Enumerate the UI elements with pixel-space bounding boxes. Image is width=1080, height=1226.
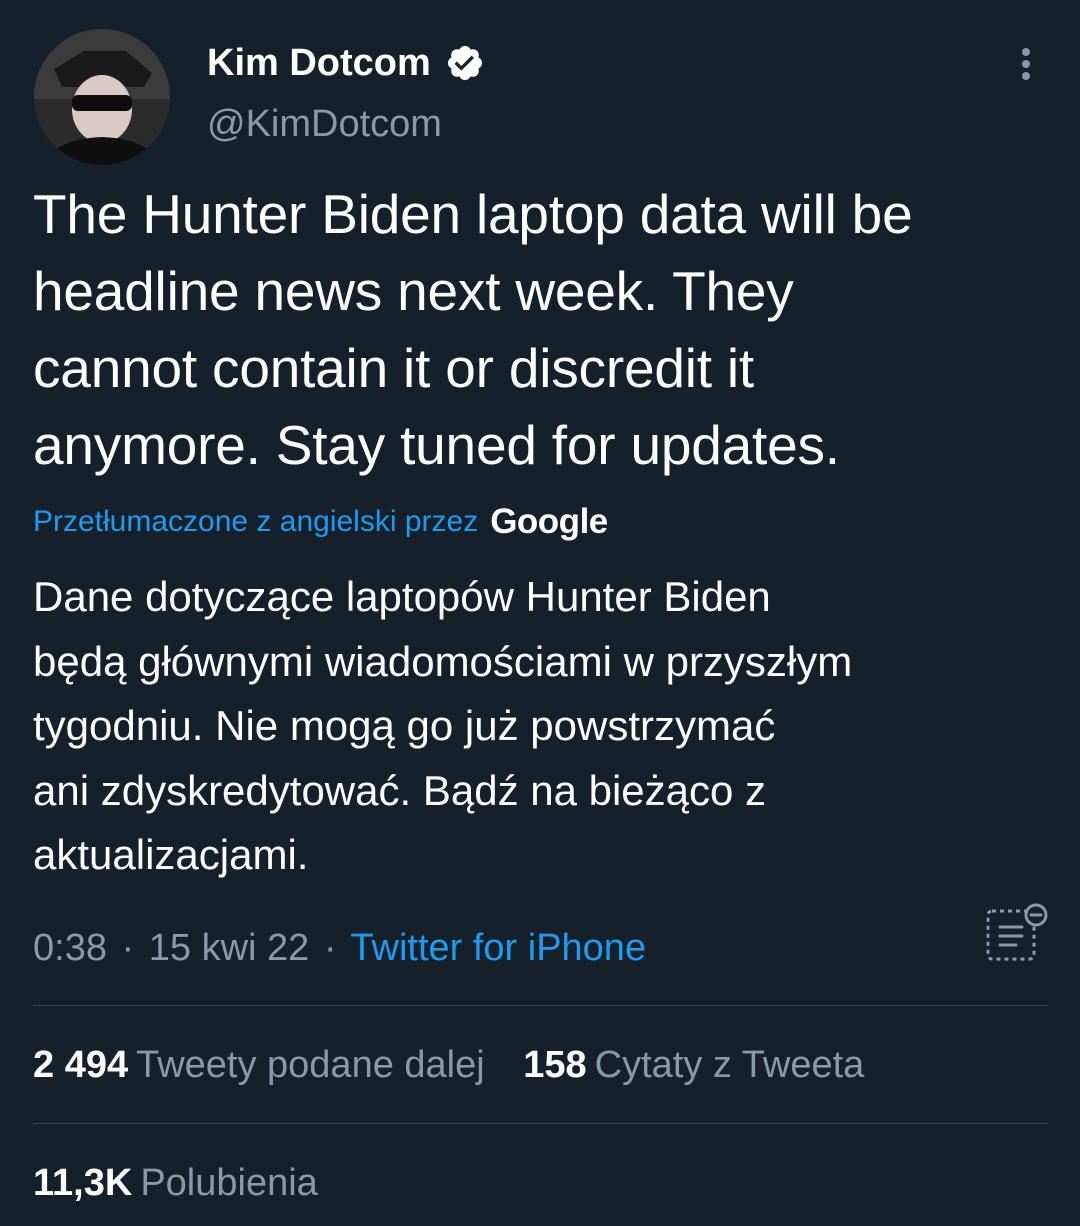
tweet-meta: 0:38 · 15 kwi 22 · Twitter for iPhone [33, 925, 646, 971]
translated-text: Dane dotyczące laptopów Hunter Biden będ… [33, 573, 853, 878]
stats-row: 2 494 Tweety podane dalej 158 Cytaty z Twe… [33, 1042, 864, 1088]
quotes-label: Cytaty z Tweeta [594, 1044, 865, 1086]
meta-separator: · [323, 927, 337, 969]
avatar[interactable] [34, 29, 170, 165]
meta-separator: · [121, 927, 135, 969]
divider [33, 1005, 1048, 1006]
tweet-source[interactable]: Twitter for iPhone [350, 927, 646, 969]
translation-attribution: Przetłumaczone z angielski przez Google [33, 500, 608, 544]
divider [33, 1123, 1048, 1124]
retweets-count: 2 494 [33, 1044, 129, 1086]
analytics-icon[interactable] [984, 903, 1050, 963]
quotes-count: 158 [523, 1044, 587, 1086]
avatar-image [34, 29, 170, 165]
likes-count: 11,3K [33, 1162, 133, 1204]
author-handle[interactable]: @KimDotcom [207, 101, 442, 147]
retweets-stat[interactable]: 2 494 Tweety podane dalej [33, 1042, 485, 1088]
likes-stat[interactable]: 11,3K Polubienia [33, 1160, 318, 1206]
quotes-stat[interactable]: 158 Cytaty z Tweeta [523, 1042, 864, 1088]
verified-badge-icon [445, 43, 485, 83]
likes-label: Polubienia [140, 1162, 318, 1204]
google-logo: Google [490, 502, 608, 541]
author-name[interactable]: Kim Dotcom [207, 40, 431, 86]
tweet-text: The Hunter Biden laptop data will be hea… [33, 183, 913, 476]
tweet-date[interactable]: 15 kwi 22 [149, 927, 310, 969]
likes-row: 11,3K Polubienia [33, 1160, 318, 1206]
author-name-row[interactable]: Kim Dotcom [207, 40, 485, 86]
translation-label[interactable]: Przetłumaczone z angielski przez [33, 505, 478, 539]
tweet-time[interactable]: 0:38 [33, 927, 107, 969]
more-vertical-icon[interactable] [1006, 44, 1046, 84]
retweets-label: Tweety podane dalej [136, 1044, 485, 1086]
